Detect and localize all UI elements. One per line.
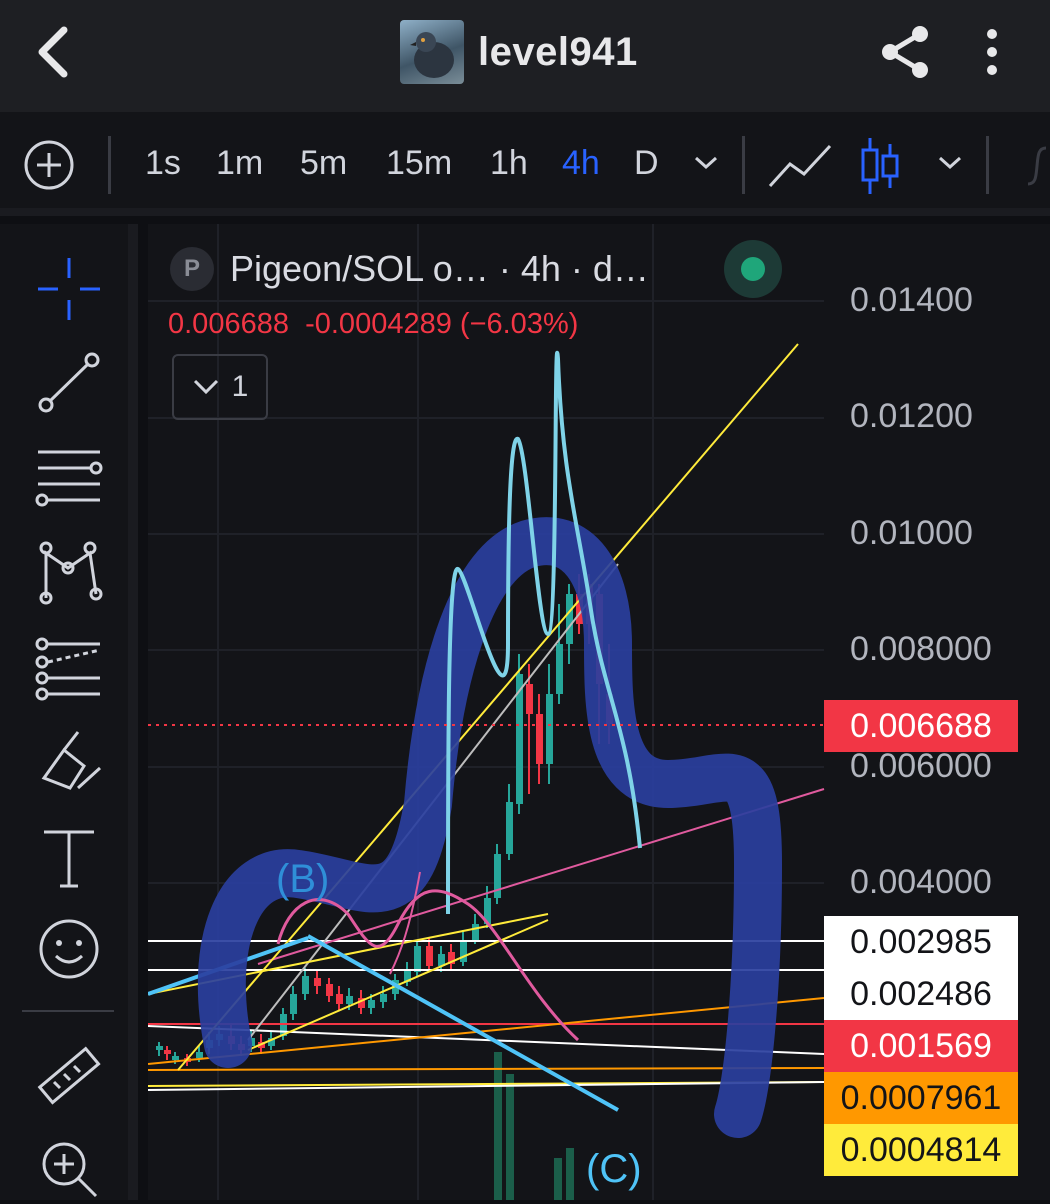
price-change-percent: (−6.03%) xyxy=(459,308,579,340)
dropdown-chevron-icon[interactable] xyxy=(692,150,720,174)
symbol-legend[interactable]: P Pigeon/SOL o… · 4h · d… xyxy=(170,244,649,294)
volume-bar xyxy=(506,1074,514,1200)
indicators-icon[interactable] xyxy=(1024,144,1050,188)
candles-icon[interactable] xyxy=(858,136,902,196)
price-axis-label: 0.008000 xyxy=(850,630,992,669)
text-icon[interactable] xyxy=(34,824,104,894)
toolbar-divider xyxy=(986,136,989,194)
interval-1h[interactable]: 1h xyxy=(490,144,528,183)
symbol-title[interactable]: Pigeon/SOL o… · 4h · d… xyxy=(230,248,649,290)
dropdown-chevron-icon[interactable] xyxy=(936,150,964,174)
candle-body xyxy=(566,594,573,644)
more-vertical-icon[interactable] xyxy=(975,26,1009,78)
candle-body xyxy=(172,1056,179,1060)
chart-area[interactable]: (B) (C) P Pigeon/SOL o… · 4h · d… 0.0066… xyxy=(148,224,1050,1200)
price-axis-label: 0.01200 xyxy=(850,397,973,436)
username[interactable]: level941 xyxy=(478,30,638,75)
price-change: -0.0004289 xyxy=(305,308,452,340)
trend-line xyxy=(177,343,799,1071)
volume-bar xyxy=(554,1158,562,1200)
line-chart-icon[interactable] xyxy=(768,142,832,190)
interval-1s[interactable]: 1s xyxy=(145,144,181,183)
price-tag: 0.0004814 xyxy=(824,1124,1018,1176)
price-change-line: 0.006688 -0.0004289 (−6.03%) xyxy=(168,308,578,341)
candle-body xyxy=(414,946,421,972)
toolbar-divider xyxy=(742,136,745,194)
candle-body xyxy=(380,994,387,1002)
price-tag: 0.001569 xyxy=(824,1020,1018,1072)
app-header: level941 xyxy=(0,0,1050,112)
pattern-icon[interactable] xyxy=(34,538,104,608)
candle-body xyxy=(426,946,433,966)
volume-bar xyxy=(494,1052,502,1200)
candle-body xyxy=(506,802,513,854)
price-tag: 0.002486 xyxy=(824,968,1018,1020)
emoji-icon[interactable] xyxy=(34,914,104,984)
candle-body xyxy=(290,994,297,1014)
symbol-badge: P xyxy=(170,247,214,291)
fib-icon[interactable] xyxy=(34,634,104,704)
hand-drawn-stroke xyxy=(197,517,783,1138)
interval-15m[interactable]: 15m xyxy=(386,144,452,183)
candle-body xyxy=(546,694,553,764)
candle-body xyxy=(556,644,563,694)
price-tag: 0.0007961 xyxy=(824,1072,1018,1124)
zoom-in-icon[interactable] xyxy=(34,1134,104,1204)
price-axis-label: 0.01000 xyxy=(850,513,973,552)
sidebar-divider xyxy=(22,1010,114,1012)
interval-D[interactable]: D xyxy=(634,144,659,183)
interval-4h[interactable]: 4h xyxy=(562,144,600,183)
candle-body xyxy=(326,984,333,996)
user-drawings: (B) (C) xyxy=(148,343,825,1200)
toolbar-divider xyxy=(108,136,111,194)
wave-label-b: (B) xyxy=(276,857,329,901)
back-chevron-icon[interactable] xyxy=(30,22,80,82)
price-tag: 0.006688 xyxy=(824,700,1018,752)
candle-body xyxy=(346,996,353,1004)
price-tag: 0.002985 xyxy=(824,916,1018,968)
drawing-toolbar xyxy=(0,224,138,1200)
indicators-collapse-button[interactable]: 1 xyxy=(172,354,268,420)
chart-toolbar: 1s 1m 5m 15m 1h 4h D xyxy=(0,112,1050,216)
volume-bar xyxy=(566,1148,574,1200)
candle-body xyxy=(164,1050,171,1054)
candle-body xyxy=(336,994,343,1004)
price-axis-label: 0.006000 xyxy=(850,746,992,785)
interval-1m[interactable]: 1m xyxy=(216,144,263,183)
candle-body xyxy=(314,978,321,986)
candle-body xyxy=(368,1000,375,1008)
ruler-icon[interactable] xyxy=(34,1042,104,1112)
interval-5m[interactable]: 5m xyxy=(300,144,347,183)
candle-body xyxy=(526,684,533,714)
indicator-count: 1 xyxy=(231,370,249,403)
avatar[interactable] xyxy=(400,20,464,84)
horizontal-lines-icon[interactable] xyxy=(34,442,104,512)
wave-label-c: (C) xyxy=(586,1147,642,1191)
crosshair-icon[interactable] xyxy=(34,254,104,324)
chevron-down-icon xyxy=(193,379,218,395)
last-price: 0.006688 xyxy=(168,308,289,340)
market-status-dot xyxy=(724,240,782,298)
brush-icon[interactable] xyxy=(34,728,104,798)
price-axis-label: 0.01400 xyxy=(850,281,973,319)
candle-body xyxy=(156,1046,163,1050)
candle-body xyxy=(536,714,543,764)
price-axis-label: 0.004000 xyxy=(850,863,992,901)
pigeon-avatar-image xyxy=(410,32,454,78)
candle-body xyxy=(196,1052,203,1058)
candle-body xyxy=(302,976,309,994)
share-icon[interactable] xyxy=(878,24,934,80)
candle-body xyxy=(472,924,479,940)
trendline-icon[interactable] xyxy=(34,348,104,418)
add-circle-icon[interactable] xyxy=(22,138,76,192)
